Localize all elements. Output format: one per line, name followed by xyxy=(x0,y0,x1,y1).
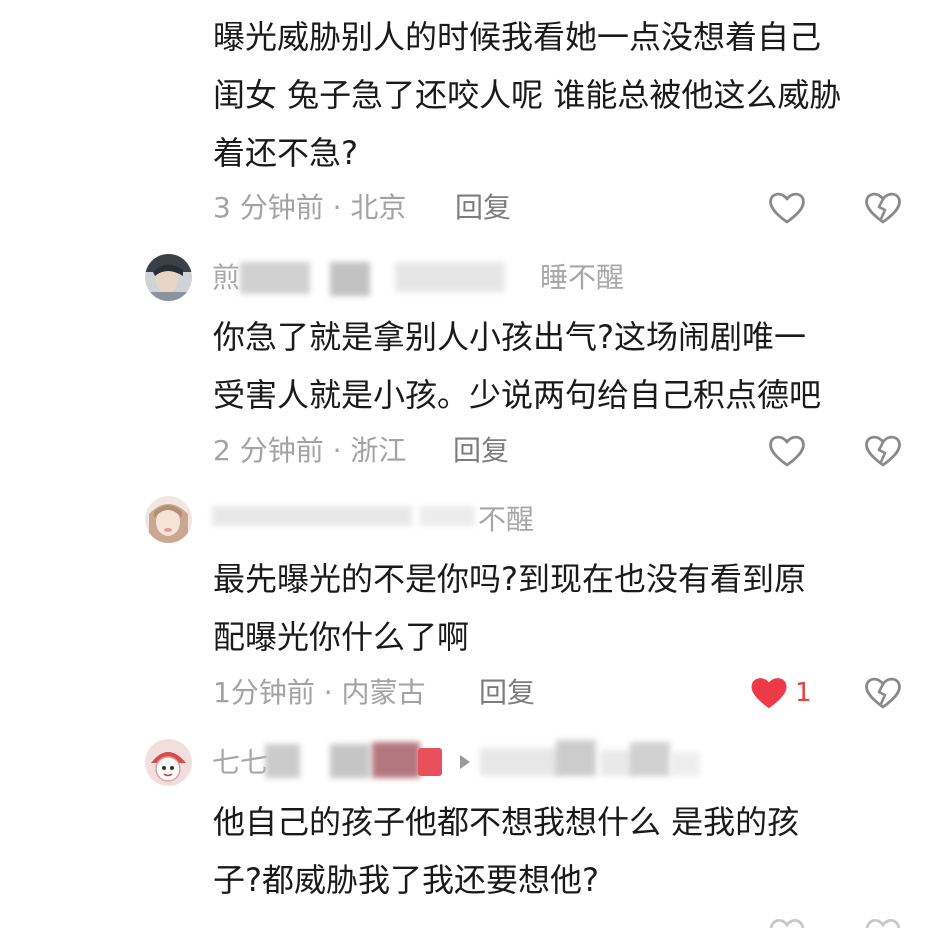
username-redaction xyxy=(265,744,300,778)
reply-button[interactable]: 回复 xyxy=(455,188,511,228)
username[interactable]: 煎 xyxy=(212,258,240,298)
username[interactable]: 七七 xyxy=(212,743,268,783)
comment-thread: { "comments": [ { "lines": ["曝光威胁别人的时候我看… xyxy=(0,0,944,931)
username-redaction xyxy=(372,742,420,778)
username-redaction xyxy=(420,506,475,526)
reply-button[interactable]: 回复 xyxy=(453,431,509,471)
username-redaction xyxy=(395,262,505,292)
avatar[interactable] xyxy=(145,739,192,786)
comment-line: 曝光威胁别人的时候我看她一点没想着自己 xyxy=(213,18,822,56)
comment-text: 你急了就是拿别人小孩出气?这场闹剧唯一 受害人就是小孩。少说两句给自己积点德吧 xyxy=(213,308,821,424)
comment-text: 最先曝光的不是你吗?到现在也没有看到原 配曝光你什么了啊 xyxy=(213,550,806,666)
comment-line: 子?都威胁我了我还要想他? xyxy=(213,861,599,899)
broken-heart-icon[interactable] xyxy=(863,673,903,713)
comment-text: 曝光威胁别人的时候我看她一点没想着自己 闺女 兔子急了还咬人呢 谁能总被他这么威… xyxy=(213,8,841,182)
heart-filled-icon[interactable] xyxy=(749,673,789,713)
comment-meta: 3 分钟前 · 北京 xyxy=(213,191,407,224)
broken-heart-icon[interactable] xyxy=(863,914,903,931)
username-redaction xyxy=(630,742,670,776)
comment-text: 他自己的孩子他都不想我想什么 是我的孩 子?都威胁我了我还要想他? xyxy=(213,793,799,909)
username-redaction xyxy=(480,748,560,776)
comment-line: 受害人就是小孩。少说两句给自己积点德吧 xyxy=(213,376,822,414)
like-count: 1 xyxy=(795,678,812,708)
reply-button[interactable]: 回复 xyxy=(479,673,535,713)
heart-outline-icon[interactable] xyxy=(767,914,807,931)
username-redaction xyxy=(670,752,700,776)
broken-heart-icon[interactable] xyxy=(863,188,903,228)
username-tail: 不醒 xyxy=(478,503,535,536)
heart-outline-icon[interactable] xyxy=(767,188,807,228)
comment-line: 着还不急? xyxy=(213,134,358,172)
username-redaction xyxy=(330,744,370,778)
comment-line: 他自己的孩子他都不想我想什么 是我的孩 xyxy=(213,803,800,841)
username-start: 煎 xyxy=(212,261,241,294)
username-redaction xyxy=(330,262,370,296)
username-redaction xyxy=(240,262,310,294)
comment-line: 最先曝光的不是你吗?到现在也没有看到原 xyxy=(213,560,806,598)
heart-outline-icon[interactable] xyxy=(767,431,807,471)
comment-line: 配曝光你什么了啊 xyxy=(213,618,470,656)
username-tail: 睡不醒 xyxy=(540,261,625,294)
reply-arrow-icon xyxy=(460,755,470,769)
comment-line: 闺女 兔子急了还咬人呢 谁能总被他这么威胁 xyxy=(213,76,842,114)
comment-meta: 2 分钟前 · 浙江 xyxy=(213,434,407,467)
broken-heart-icon[interactable] xyxy=(863,431,903,471)
avatar[interactable] xyxy=(145,254,192,301)
avatar[interactable] xyxy=(145,496,192,543)
comment-line: 你急了就是拿别人小孩出气?这场闹剧唯一 xyxy=(213,318,806,356)
username-redaction xyxy=(212,506,412,526)
username-redaction xyxy=(556,740,596,776)
comment-meta: 1分钟前 · 内蒙古 xyxy=(213,676,426,709)
tag-badge xyxy=(418,748,442,776)
